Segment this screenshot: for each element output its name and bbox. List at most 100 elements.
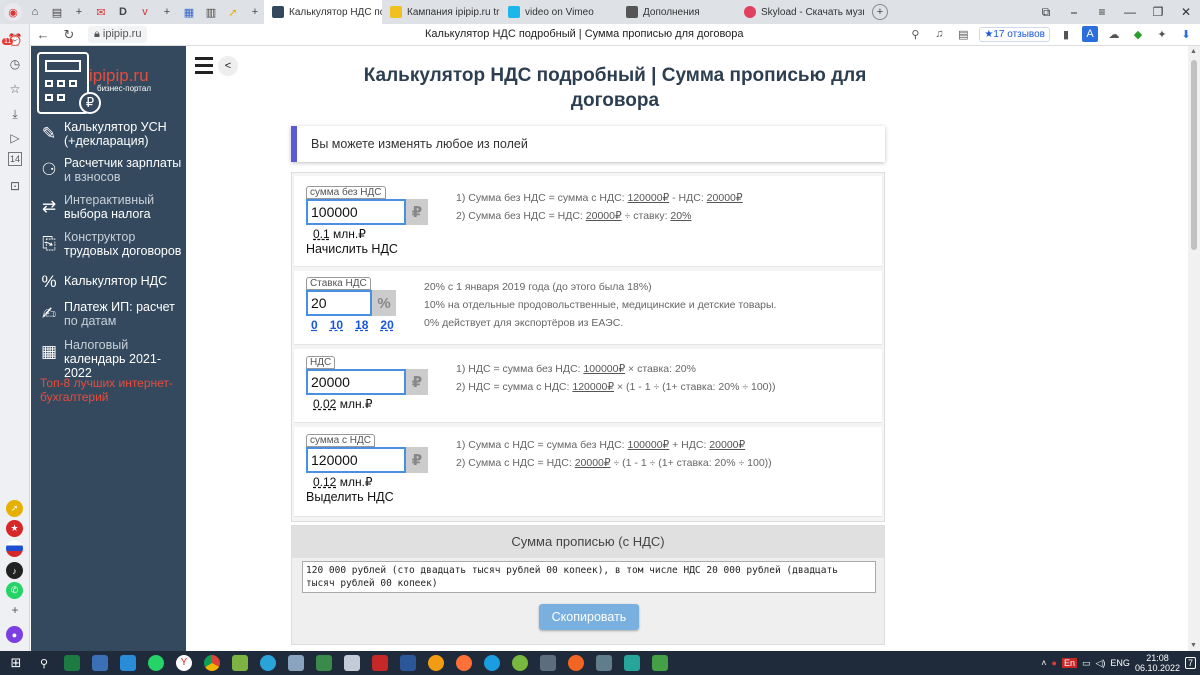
rate-option-10[interactable]: 10: [330, 318, 343, 332]
rate-option-0[interactable]: 0: [311, 318, 318, 332]
vat-amount-input[interactable]: 20000: [306, 369, 406, 395]
home-icon[interactable]: ⌂: [26, 3, 44, 21]
tray-app-icon[interactable]: ●: [1052, 658, 1057, 668]
million-value[interactable]: 0.12 млн.₽: [313, 475, 373, 489]
million-value[interactable]: 0.1 млн.₽: [313, 227, 366, 241]
sidebar-item-payment[interactable]: ✍ Платеж ИП: расчет по датам: [35, 300, 185, 328]
yellow-app-icon[interactable]: ➚: [6, 500, 23, 517]
copy-button[interactable]: Скопировать: [539, 604, 639, 630]
top-accounting-link[interactable]: Топ-8 лучших интернет-бухгалтерий: [40, 376, 180, 404]
windows-start-icon[interactable]: ⊞: [4, 651, 28, 675]
app-red-icon[interactable]: [368, 651, 392, 675]
network-icon[interactable]: ▭: [1082, 658, 1091, 669]
chrome-icon[interactable]: [200, 651, 224, 675]
formula-link[interactable]: 20%: [670, 210, 691, 222]
formula-link[interactable]: 120000₽: [628, 192, 670, 204]
reload-icon[interactable]: ↻: [56, 27, 82, 43]
language-indicator[interactable]: ENG: [1110, 658, 1130, 668]
window-tabs-icon[interactable]: ⧉: [1032, 0, 1060, 24]
back-icon[interactable]: ←: [30, 27, 56, 42]
sum-without-vat-input[interactable]: 100000: [306, 199, 406, 225]
app-chat-icon[interactable]: [648, 651, 672, 675]
firefox-icon[interactable]: [452, 651, 476, 675]
maximize-icon[interactable]: ❐: [1144, 0, 1172, 24]
page-scrollbar[interactable]: ▲ ▼: [1188, 46, 1200, 651]
url-field[interactable]: 🔒︎ ipipip.ru: [88, 26, 148, 43]
tray-lang[interactable]: En: [1061, 658, 1077, 668]
rate-option-18[interactable]: 18: [355, 318, 368, 332]
app-building-icon[interactable]: [592, 651, 616, 675]
add-icon[interactable]: +: [70, 3, 88, 21]
sidebar-item-contracts[interactable]: ⎘ Конструктор трудовых договоров: [35, 230, 185, 258]
download-icon[interactable]: ⬇: [1178, 26, 1194, 42]
app-cyan-icon[interactable]: [620, 651, 644, 675]
app-orange-icon[interactable]: [424, 651, 448, 675]
tab-addons[interactable]: Дополнения: [618, 0, 736, 24]
assistant-icon[interactable]: ●: [6, 626, 23, 643]
arrow-extension-icon[interactable]: ➚: [224, 3, 242, 21]
minimize-icon[interactable]: —: [1116, 0, 1144, 24]
browser-menu-icon[interactable]: ◉: [4, 3, 22, 21]
photos-icon[interactable]: [284, 651, 308, 675]
share-icon[interactable]: <: [218, 56, 238, 76]
rate-option-20[interactable]: 20: [380, 318, 393, 332]
sum-with-vat-input[interactable]: 120000: [306, 447, 406, 473]
save-app-icon[interactable]: [88, 651, 112, 675]
search-icon[interactable]: ⚲: [32, 651, 56, 675]
torrent-icon[interactable]: [508, 651, 532, 675]
pin-icon[interactable]: ⎯: [1060, 0, 1088, 24]
history-icon[interactable]: ◷: [5, 54, 25, 74]
app-doc-icon[interactable]: [340, 651, 364, 675]
app-green-icon[interactable]: [312, 651, 336, 675]
formula-link[interactable]: 100000₽: [628, 439, 670, 451]
vat-rate-input[interactable]: 20: [306, 290, 372, 316]
screenshot-icon[interactable]: ⊡: [5, 176, 25, 196]
sidebar-item-calendar[interactable]: ▦ Налоговый календарь 2021-2022: [35, 338, 185, 380]
scroll-down-icon[interactable]: ▼: [1190, 642, 1197, 649]
logo-name[interactable]: ipipip.ru: [89, 66, 149, 86]
play-icon[interactable]: ▷: [5, 128, 25, 148]
downloads-icon[interactable]: ⤓: [5, 104, 25, 124]
settings-menu-icon[interactable]: ≡: [1088, 0, 1116, 24]
formula-link[interactable]: 20000₽: [586, 210, 622, 222]
add-icon-2[interactable]: +: [158, 3, 176, 21]
formula-link[interactable]: 100000₽: [583, 363, 625, 375]
tab-campaign[interactable]: Кампания ipipip.ru trudov: [382, 0, 500, 24]
million-value[interactable]: 0.02 млн.₽: [313, 397, 373, 411]
extension-icon[interactable]: ▤: [48, 3, 66, 21]
whatsapp-taskbar-icon[interactable]: [144, 651, 168, 675]
clock[interactable]: 21:08 06.10.2022: [1135, 653, 1180, 673]
tab-vat-calculator[interactable]: Калькулятор НДС подр ✕: [264, 0, 382, 24]
formula-link[interactable]: 20000₽: [709, 439, 745, 451]
extension-d-icon[interactable]: D: [114, 3, 132, 21]
taskview-icon[interactable]: [116, 651, 140, 675]
whatsapp-icon[interactable]: ✆: [6, 582, 23, 599]
sidebar-item-tax-choice[interactable]: ⇄ Интерактивный выбора налога: [35, 193, 185, 221]
extension-puzzle-icon[interactable]: ✦: [1154, 26, 1170, 42]
tray-arrow-icon[interactable]: ˄: [1041, 658, 1046, 668]
star-app-icon[interactable]: ★: [6, 520, 23, 537]
word-icon[interactable]: [396, 651, 420, 675]
reviews-badge[interactable]: ★17 отзывов: [979, 26, 1050, 42]
sidebar-item-vat[interactable]: % Калькулятор НДС: [35, 268, 185, 296]
tab-vimeo[interactable]: video on Vimeo: [500, 0, 618, 24]
cloud-icon[interactable]: ☁: [1106, 26, 1122, 42]
sidebar-item-usn[interactable]: ✎ Калькулятор УСН (+декларация): [35, 120, 185, 148]
yandex-browser-icon[interactable]: Y: [172, 651, 196, 675]
rss-icon[interactable]: [564, 651, 588, 675]
scrollbar-thumb[interactable]: [1191, 60, 1197, 250]
add-vat-button[interactable]: Начислить НДС: [306, 242, 398, 256]
bookmark-icon[interactable]: ▮: [1058, 26, 1074, 42]
notepad-icon[interactable]: [228, 651, 252, 675]
telegram-icon[interactable]: [256, 651, 280, 675]
formula-link[interactable]: 20000₽: [707, 192, 743, 204]
close-window-icon[interactable]: ✕: [1172, 0, 1200, 24]
sum-in-words-textarea[interactable]: 120 000 рублей (сто двадцать тысяч рубле…: [302, 561, 876, 593]
volume-icon[interactable]: ◁): [1096, 658, 1106, 669]
link-icon[interactable]: ⚲: [907, 26, 923, 42]
translate-icon[interactable]: A: [1082, 26, 1098, 42]
extension-green-icon[interactable]: ◆: [1130, 26, 1146, 42]
edge-icon[interactable]: [480, 651, 504, 675]
music-app-icon[interactable]: ♪: [6, 562, 23, 579]
tab-skyload[interactable]: Skyload - Скачать музы ●: [736, 0, 864, 24]
